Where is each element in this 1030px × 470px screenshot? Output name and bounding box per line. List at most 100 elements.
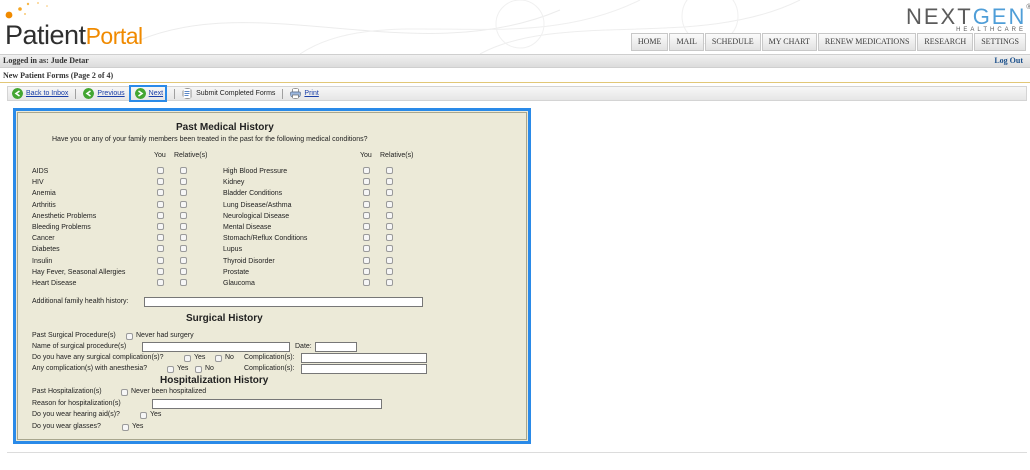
surgical-complication-no-checkbox[interactable] — [215, 355, 222, 362]
condition-label-left: HIV — [32, 179, 44, 187]
nav-schedule[interactable]: SCHEDULE — [704, 33, 761, 51]
condition-you-checkbox[interactable] — [363, 189, 370, 197]
back-to-inbox-button[interactable]: Back to Inbox — [8, 87, 68, 100]
col-you-left: You — [154, 152, 166, 159]
condition-label-right: High Blood Pressure — [223, 168, 288, 175]
condition-relative-checkbox[interactable] — [180, 167, 187, 174]
condition-relative-checkbox[interactable] — [386, 245, 393, 253]
condition-you-checkbox[interactable] — [363, 256, 370, 264]
surgery-date-input[interactable] — [315, 342, 357, 352]
condition-label-right: Lupus — [223, 246, 243, 254]
previous-button[interactable]: Previous — [79, 87, 125, 100]
condition-you-checkbox[interactable] — [157, 245, 164, 253]
nav-mail[interactable]: MAIL — [669, 33, 704, 51]
nav-renew-medications[interactable]: RENEW MEDICATIONS — [817, 33, 917, 51]
condition-relative-checkbox[interactable] — [180, 200, 187, 208]
condition-you-checkbox[interactable] — [157, 178, 164, 186]
surgical-complication-yes-checkbox[interactable] — [184, 355, 191, 362]
surgical-complication-no-label: No — [225, 354, 234, 361]
logout-link[interactable]: Log Out — [994, 56, 1023, 65]
condition-relative-checkbox[interactable] — [180, 189, 187, 197]
condition-you-checkbox[interactable] — [157, 267, 164, 275]
condition-relative-checkbox[interactable] — [386, 256, 393, 264]
condition-you-checkbox[interactable] — [363, 178, 370, 186]
condition-label-left: Heart Disease — [32, 280, 77, 287]
condition-label-left: Diabetes — [32, 246, 60, 254]
condition-you-checkbox[interactable] — [363, 279, 370, 286]
condition-label-right: Bladder Conditions — [223, 190, 283, 198]
hearing-aid-yes-checkbox[interactable] — [140, 412, 147, 419]
anesthesia-yes-label: Yes — [177, 365, 189, 372]
condition-you-checkbox[interactable] — [157, 211, 164, 219]
condition-relative-checkbox[interactable] — [386, 223, 393, 230]
next-label: Next — [148, 89, 164, 97]
condition-you-checkbox[interactable] — [363, 200, 370, 208]
nav-settings[interactable]: SETTINGS — [974, 33, 1026, 51]
hearing-aid-question: Do you wear hearing aid(s)? — [32, 411, 120, 418]
condition-you-checkbox[interactable] — [363, 234, 370, 242]
toolbar-separator — [174, 88, 176, 99]
print-button[interactable]: Print — [286, 87, 319, 100]
anesthesia-complications-input[interactable] — [301, 364, 427, 374]
condition-you-checkbox[interactable] — [363, 223, 370, 230]
never-surgery-checkbox[interactable] — [126, 333, 133, 340]
submit-completed-forms-button[interactable]: Submit Completed Forms — [178, 87, 275, 100]
never-hospitalized-checkbox[interactable] — [121, 389, 128, 396]
condition-relative-checkbox[interactable] — [386, 234, 393, 242]
condition-relative-checkbox[interactable] — [180, 279, 187, 286]
condition-relative-checkbox[interactable] — [180, 211, 187, 219]
condition-you-checkbox[interactable] — [363, 211, 370, 219]
condition-relative-checkbox[interactable] — [180, 178, 187, 186]
glasses-question: Do you wear glasses? — [32, 423, 101, 430]
nav-research[interactable]: RESEARCH — [917, 33, 974, 51]
next-button[interactable]: Next — [128, 84, 168, 102]
anesthesia-yes-checkbox[interactable] — [167, 366, 174, 373]
nav-home[interactable]: HOME — [630, 33, 669, 51]
col-relative-left: Relative(s) — [174, 152, 208, 159]
condition-you-checkbox[interactable] — [157, 256, 164, 264]
condition-you-checkbox[interactable] — [157, 279, 164, 286]
nextgen-registered: ® — [1026, 4, 1030, 11]
condition-label-right: Glaucoma — [223, 280, 255, 287]
surgical-complications-input[interactable] — [301, 353, 427, 363]
condition-relative-checkbox[interactable] — [386, 200, 393, 208]
surgical-procedure-input[interactable] — [142, 342, 290, 352]
reason-hosp-input[interactable] — [152, 399, 382, 409]
condition-relative-checkbox[interactable] — [180, 223, 187, 230]
condition-label-right: Neurological Disease — [223, 212, 290, 220]
anesthesia-question: Any complication(s) with anesthesia? — [32, 365, 148, 372]
condition-you-checkbox[interactable] — [157, 167, 164, 174]
glasses-yes-checkbox[interactable] — [122, 424, 129, 431]
condition-relative-checkbox[interactable] — [180, 267, 187, 275]
condition-relative-checkbox[interactable] — [386, 279, 393, 286]
condition-relative-checkbox[interactable] — [386, 267, 393, 275]
condition-you-checkbox[interactable] — [363, 245, 370, 253]
condition-relative-checkbox[interactable] — [180, 256, 187, 264]
condition-you-checkbox[interactable] — [157, 223, 164, 230]
condition-you-checkbox[interactable] — [157, 189, 164, 197]
condition-you-checkbox[interactable] — [363, 167, 370, 174]
surgery-date-label: Date: — [295, 343, 312, 350]
condition-label-right: Thyroid Disorder — [223, 257, 275, 265]
submit-form-icon — [182, 88, 192, 99]
hospitalization-history-heading: Hospitalization History — [160, 375, 269, 386]
nav-my-chart[interactable]: MY CHART — [761, 33, 817, 51]
condition-label-left: Bleeding Problems — [32, 224, 91, 231]
anesthesia-no-checkbox[interactable] — [195, 366, 202, 373]
condition-relative-checkbox[interactable] — [386, 167, 393, 174]
condition-label-left: Cancer — [32, 235, 55, 243]
patient-portal-logo[interactable]: PatientPortal — [3, 0, 143, 52]
anesthesia-no-label: No — [205, 365, 214, 372]
past-surgical-label: Past Surgical Procedure(s) — [32, 332, 116, 339]
condition-relative-checkbox[interactable] — [386, 189, 393, 197]
condition-you-checkbox[interactable] — [363, 267, 370, 275]
submit-label: Submit Completed Forms — [196, 90, 276, 97]
condition-relative-checkbox[interactable] — [386, 211, 393, 219]
condition-you-checkbox[interactable] — [157, 200, 164, 208]
additional-family-input[interactable] — [144, 297, 423, 307]
condition-relative-checkbox[interactable] — [180, 234, 187, 242]
condition-you-checkbox[interactable] — [157, 234, 164, 242]
condition-relative-checkbox[interactable] — [386, 178, 393, 186]
condition-relative-checkbox[interactable] — [180, 245, 187, 253]
hearing-aid-yes-label: Yes — [150, 411, 162, 418]
